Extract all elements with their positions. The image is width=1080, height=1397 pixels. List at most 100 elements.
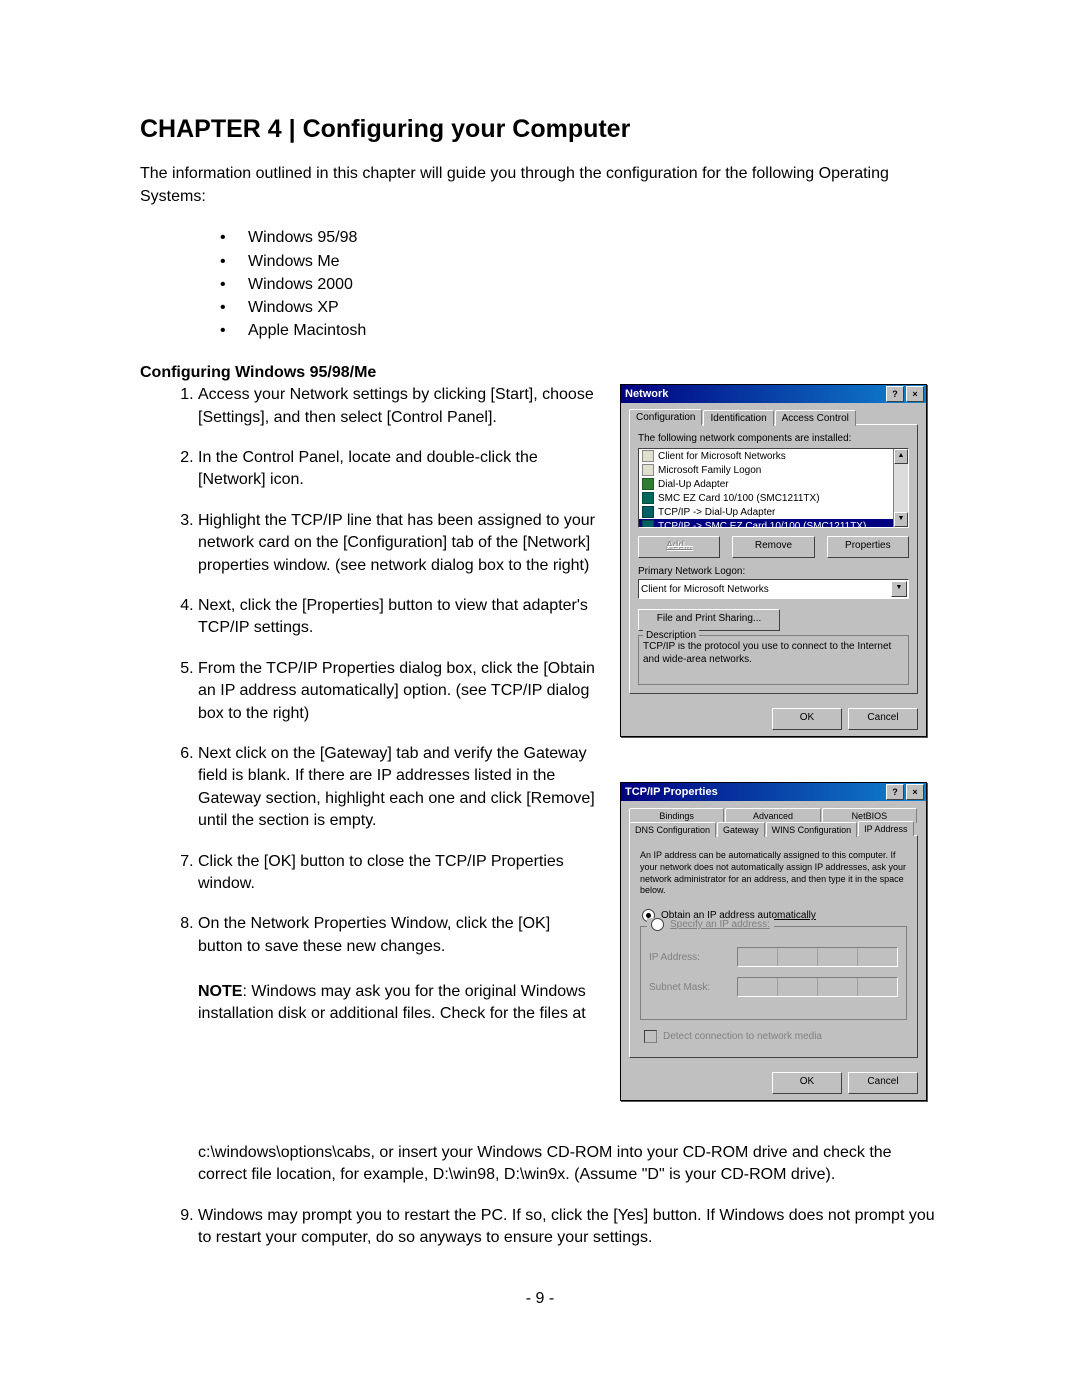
list-item-selected[interactable]: TCP/IP -> SMC EZ Card 10/100 (SMC1211TX): [639, 519, 893, 528]
titlebar[interactable]: TCP/IP Properties ? ×: [621, 783, 926, 801]
step-text: On the Network Properties Window, click …: [198, 915, 550, 954]
step-item: Access your Network settings by clicking…: [198, 384, 596, 429]
radio-specify-ip[interactable]: Specify an IP address:: [647, 918, 774, 931]
protocol-icon: [642, 520, 654, 528]
list-item[interactable]: Client for Microsoft Networks: [639, 449, 893, 463]
help-icon[interactable]: ?: [886, 784, 904, 800]
protocol-icon: [642, 506, 654, 518]
dropdown-value: Client for Microsoft Networks: [641, 584, 769, 595]
tab-strip-row1: Bindings Advanced NetBIOS: [629, 807, 918, 822]
description-group: Description TCP/IP is the protocol you u…: [638, 635, 909, 685]
tab-wins[interactable]: WINS Configuration: [766, 822, 858, 837]
network-dialog: Network ? × Configuration Identification…: [620, 384, 927, 737]
radio-icon: [651, 918, 664, 931]
specify-ip-group: Specify an IP address: IP Address: Subne…: [640, 926, 907, 1020]
radio-label: Specify an IP address:: [670, 919, 770, 930]
step-item: Highlight the TCP/IP line that has been …: [198, 510, 596, 577]
step8-continuation: c:\windows\options\cabs, or insert your …: [198, 1142, 940, 1187]
tab-access-control[interactable]: Access Control: [775, 410, 856, 426]
note-label: NOTE: [198, 983, 242, 1000]
list-item-label: Microsoft Family Logon: [658, 465, 761, 476]
ip-address-label: IP Address:: [649, 952, 727, 963]
client-icon: [642, 464, 654, 476]
chapter-title: CHAPTER 4 | Configuring your Computer: [140, 115, 940, 144]
tab-panel: The following network components are ins…: [629, 424, 918, 694]
components-listbox[interactable]: Client for Microsoft Networks Microsoft …: [638, 448, 909, 528]
ip-info-text: An IP address can be automatically assig…: [640, 850, 907, 897]
add-button[interactable]: Add...: [638, 536, 720, 558]
button-label: Add...: [666, 540, 692, 551]
components-label: The following network components are ins…: [638, 433, 909, 444]
step-item: From the TCP/IP Properties dialog box, c…: [198, 658, 596, 725]
close-icon[interactable]: ×: [906, 386, 924, 402]
os-item: Windows 2000: [220, 273, 940, 296]
tab-configuration[interactable]: Configuration: [629, 409, 702, 425]
scrollbar[interactable]: ▲ ▼: [893, 449, 908, 527]
list-item[interactable]: Dial-Up Adapter: [639, 477, 893, 491]
tab-strip: Configuration Identification Access Cont…: [629, 409, 918, 425]
close-icon[interactable]: ×: [906, 784, 924, 800]
description-legend: Description: [643, 629, 699, 642]
ok-button[interactable]: OK: [772, 708, 842, 730]
window-title: TCP/IP Properties: [625, 786, 884, 798]
remove-button[interactable]: Remove: [732, 536, 814, 558]
detect-media-checkbox[interactable]: Detect connection to network media: [644, 1030, 907, 1043]
list-item[interactable]: TCP/IP -> Dial-Up Adapter: [639, 505, 893, 519]
step-item: Next click on the [Gateway] tab and veri…: [198, 743, 596, 833]
page-number: - 9 -: [140, 1290, 940, 1308]
scroll-down-icon[interactable]: ▼: [894, 512, 908, 527]
list-item-label: TCP/IP -> Dial-Up Adapter: [658, 507, 775, 518]
ok-button[interactable]: OK: [772, 1072, 842, 1094]
steps-list: Access your Network settings by clicking…: [140, 384, 596, 1025]
intro-paragraph: The information outlined in this chapter…: [140, 162, 940, 208]
description-text: TCP/IP is the protocol you use to connec…: [643, 641, 891, 665]
scroll-up-icon[interactable]: ▲: [894, 449, 908, 464]
adapter-icon: [642, 492, 654, 504]
step-item: Click the [OK] button to close the TCP/I…: [198, 851, 596, 896]
subnet-mask-label: Subnet Mask:: [649, 982, 727, 993]
list-item[interactable]: Microsoft Family Logon: [639, 463, 893, 477]
primary-logon-dropdown[interactable]: Client for Microsoft Networks ▼: [638, 579, 909, 599]
tab-gateway[interactable]: Gateway: [717, 822, 765, 837]
tab-ip-address[interactable]: IP Address: [858, 821, 913, 836]
chevron-down-icon[interactable]: ▼: [891, 581, 907, 597]
checkbox-icon: [644, 1030, 657, 1043]
logon-label: Primary Network Logon:: [638, 566, 909, 577]
tcpip-dialog: TCP/IP Properties ? × Bindings Advanced …: [620, 782, 927, 1101]
list-item-label: Dial-Up Adapter: [658, 479, 729, 490]
list-item-label: TCP/IP -> SMC EZ Card 10/100 (SMC1211TX): [658, 521, 866, 529]
list-item-label: SMC EZ Card 10/100 (SMC1211TX): [658, 493, 820, 504]
continuation-text: c:\windows\options\cabs, or insert your …: [140, 1142, 940, 1250]
os-item: Apple Macintosh: [220, 319, 940, 342]
subnet-mask-input: [737, 977, 898, 997]
manual-page: CHAPTER 4 | Configuring your Computer Th…: [0, 0, 1080, 1368]
screenshots-column: Network ? × Configuration Identification…: [620, 384, 940, 1146]
list-item-label: Client for Microsoft Networks: [658, 451, 786, 462]
help-icon[interactable]: ?: [886, 386, 904, 402]
window-title: Network: [625, 388, 884, 400]
step-item: Windows may prompt you to restart the PC…: [198, 1205, 940, 1250]
list-item[interactable]: SMC EZ Card 10/100 (SMC1211TX): [639, 491, 893, 505]
cancel-button[interactable]: Cancel: [848, 1072, 918, 1094]
step-item: Next, click the [Properties] button to v…: [198, 595, 596, 640]
tab-panel: An IP address can be automatically assig…: [629, 835, 918, 1058]
tab-dns[interactable]: DNS Configuration: [629, 822, 716, 837]
os-item: Windows XP: [220, 296, 940, 319]
adapter-icon: [642, 478, 654, 490]
ip-address-input: [737, 947, 898, 967]
scroll-track[interactable]: [894, 464, 908, 512]
os-item: Windows Me: [220, 250, 940, 273]
os-list: Windows 95/98 Windows Me Windows 2000 Wi…: [140, 226, 940, 342]
os-item: Windows 95/98: [220, 226, 940, 249]
step-item: On the Network Properties Window, click …: [198, 913, 596, 1025]
properties-button[interactable]: Properties: [827, 536, 909, 558]
section-heading: Configuring Windows 95/98/Me: [140, 364, 940, 382]
file-print-sharing-button[interactable]: File and Print Sharing...: [638, 609, 780, 631]
note-text: : Windows may ask you for the original W…: [198, 983, 586, 1022]
tab-identification[interactable]: Identification: [703, 410, 773, 426]
checkbox-label: Detect connection to network media: [663, 1031, 822, 1042]
tab-strip-row2: DNS Configuration Gateway WINS Configura…: [629, 821, 918, 836]
titlebar[interactable]: Network ? ×: [621, 385, 926, 403]
cancel-button[interactable]: Cancel: [848, 708, 918, 730]
step-item: In the Control Panel, locate and double-…: [198, 447, 596, 492]
